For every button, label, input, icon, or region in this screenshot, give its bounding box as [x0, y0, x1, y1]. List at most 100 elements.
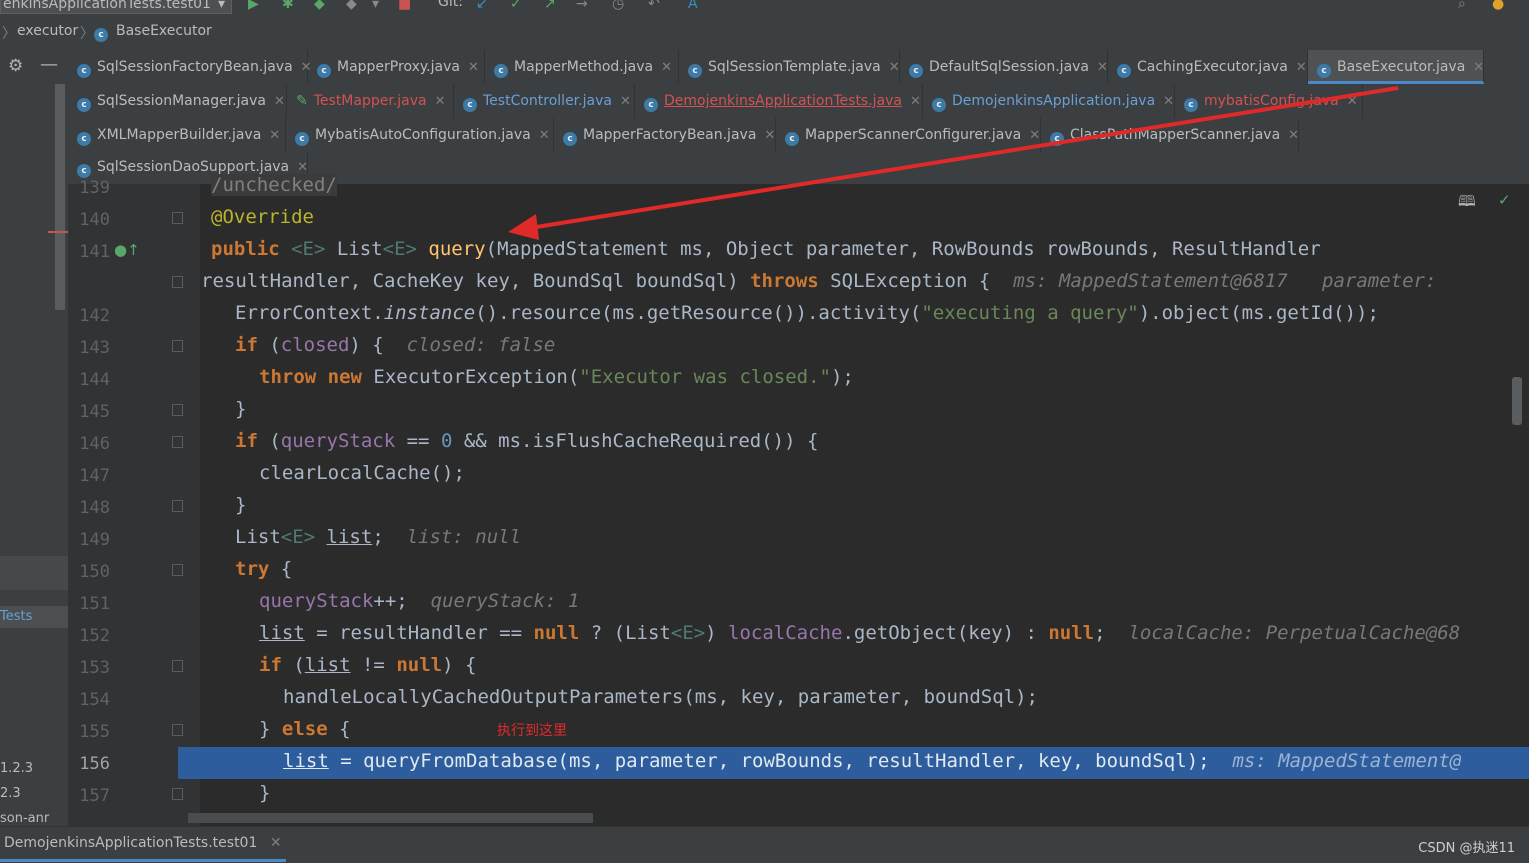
close-icon[interactable]: ✕	[1097, 60, 1108, 75]
fold-marker-icon[interactable]	[172, 564, 183, 576]
gear-icon[interactable]: ⚙	[8, 56, 23, 76]
close-icon[interactable]: ✕	[661, 60, 672, 75]
fold-marker-icon[interactable]	[172, 340, 183, 352]
code-line-151[interactable]: queryStack++; queryStack: 1	[259, 590, 579, 612]
fold-marker-icon[interactable]	[172, 500, 183, 512]
tab-baseexecutor[interactable]: c BaseExecutor.java ✕	[1308, 50, 1484, 84]
profile-icon[interactable]: ◆	[346, 0, 357, 12]
horizontal-scrollbar[interactable]	[188, 813, 593, 823]
close-icon[interactable]: ✕	[435, 94, 446, 109]
code-line-155[interactable]: } else {	[259, 718, 351, 740]
code-line-157[interactable]: }	[259, 782, 270, 804]
code-line-148[interactable]: }	[235, 494, 246, 516]
vertical-scrollbar[interactable]	[1512, 377, 1522, 425]
close-icon[interactable]: ✕	[1473, 60, 1484, 75]
code-line-140[interactable]: @Override	[211, 206, 314, 228]
close-icon[interactable]: ✕	[297, 160, 308, 175]
search-icon[interactable]: ⌕	[1458, 0, 1466, 12]
tab-sqlsessiontemplate[interactable]: c SqlSessionTemplate.java ✕	[679, 50, 900, 84]
git-rollback-icon[interactable]: ↶	[648, 0, 660, 12]
fold-marker-icon[interactable]	[172, 212, 183, 224]
run-configuration-selector[interactable]: enkinsApplicationTests.test01 ▾	[0, 0, 232, 14]
tab-testcontroller[interactable]: c TestController.java ✕	[454, 84, 635, 118]
tab-demojenkinsapplicationtests[interactable]: c DemojenkinsApplicationTests.java ✕	[635, 84, 923, 118]
tab-mapperscannerconfigurer[interactable]: c MapperScannerConfigurer.java ✕	[776, 118, 1041, 152]
git-update-icon[interactable]: ↙	[476, 0, 488, 12]
code-line-145[interactable]: }	[235, 398, 246, 420]
stop-icon[interactable]: ■	[398, 0, 411, 12]
fold-marker-icon[interactable]	[172, 660, 183, 672]
breadcrumb-item-executor[interactable]: executor	[17, 23, 78, 39]
close-icon[interactable]: ✕	[1163, 94, 1174, 109]
tab-sqlsessionmanager[interactable]: c SqlSessionManager.java ✕	[68, 84, 287, 118]
tab-mappermethod[interactable]: c MapperMethod.java ✕	[485, 50, 679, 84]
code-line-139[interactable]: /unchecked/	[211, 174, 337, 196]
tab-sqlsessionfactorybean[interactable]: c SqlSessionFactoryBean.java ✕	[68, 50, 312, 84]
close-icon[interactable]: ✕	[1288, 128, 1299, 143]
code-line-149[interactable]: List<E> list; list: null	[235, 526, 521, 548]
tab-mybatisconfig[interactable]: c mybatisConfig.java ✕	[1175, 84, 1363, 118]
code-line-146[interactable]: if (queryStack == 0 && ms.isFlushCacheRe…	[235, 430, 818, 452]
tab-defaultsqlsession[interactable]: c DefaultSqlSession.java ✕	[900, 50, 1108, 84]
code-line-150[interactable]: try {	[235, 558, 292, 580]
class-icon: c	[494, 64, 508, 78]
close-icon[interactable]: ✕	[274, 94, 285, 109]
run-tab[interactable]: DemojenkinsApplicationTests.test01 ✕	[0, 827, 286, 862]
translate-icon[interactable]: A	[688, 0, 698, 12]
project-item[interactable]: 1.2.3	[0, 761, 33, 776]
close-icon[interactable]: ✕	[620, 94, 631, 109]
tab-classpathmapperscanner[interactable]: c ClassPathMapperScanner.java ✕	[1041, 118, 1299, 152]
code-line-141-wrap[interactable]: resultHandler, CacheKey key, BoundSql bo…	[201, 270, 1448, 292]
tab-mybatisautoconfiguration[interactable]: c MybatisAutoConfiguration.java ✕	[286, 118, 554, 152]
code-line-147[interactable]: clearLocalCache();	[259, 462, 465, 484]
coverage-icon[interactable]: ◆	[314, 0, 325, 12]
project-scrollbar[interactable]	[55, 84, 65, 310]
tab-demojenkinsapplication[interactable]: c DemojenkinsApplication.java ✕	[923, 84, 1175, 118]
fold-marker-icon[interactable]	[172, 724, 183, 736]
tab-cachingexecutor[interactable]: c CachingExecutor.java ✕	[1108, 50, 1308, 84]
git-commit-icon[interactable]: ✓	[510, 0, 522, 12]
run-icon[interactable]: ▶	[248, 0, 259, 12]
project-row-selected[interactable]: Tests	[0, 606, 68, 628]
project-item[interactable]: 2.3	[0, 786, 21, 801]
fold-marker-icon[interactable]	[172, 788, 183, 800]
minimize-icon[interactable]: —	[40, 54, 58, 75]
close-icon[interactable]: ✕	[270, 835, 282, 851]
close-icon[interactable]: ✕	[539, 128, 550, 143]
chevron-down-icon[interactable]: ▾	[218, 0, 225, 13]
fold-marker-icon[interactable]	[172, 436, 183, 448]
chevron-down-icon[interactable]: ▾	[372, 0, 379, 12]
overrides-method-icon[interactable]: ●↑	[114, 241, 140, 259]
code-line-143[interactable]: if (closed) { closed: false	[235, 334, 555, 356]
close-icon[interactable]: ✕	[910, 94, 921, 109]
notification-icon[interactable]: ●	[1492, 0, 1504, 12]
code-line-153[interactable]: if (list != null) {	[259, 654, 476, 676]
git-push-icon[interactable]: ↗	[544, 0, 556, 12]
debug-icon[interactable]: ✱	[282, 0, 294, 12]
close-icon[interactable]: ✕	[1029, 128, 1040, 143]
inspection-ok-icon[interactable]: ✓	[1498, 191, 1511, 209]
code-line-152[interactable]: list = resultHandler == null ? (List<E>)…	[259, 622, 1460, 644]
code-line-156[interactable]: list = queryFromDatabase(ms, parameter, …	[283, 750, 1461, 772]
close-icon[interactable]: ✕	[764, 128, 775, 143]
tab-testmapper[interactable]: ✎ TestMapper.java ✕	[287, 84, 454, 118]
close-icon[interactable]: ✕	[468, 60, 479, 75]
code-line-142[interactable]: ErrorContext.instance().resource(ms.getR…	[235, 302, 1379, 324]
project-item[interactable]: son-anr	[0, 811, 49, 826]
close-icon[interactable]: ✕	[889, 60, 900, 75]
tab-xmlmapperbuilder[interactable]: c XMLMapperBuilder.java ✕	[68, 118, 286, 152]
fold-marker-icon[interactable]	[172, 276, 183, 288]
breadcrumb-item-baseexecutor[interactable]: BaseExecutor	[116, 23, 212, 39]
code-line-154[interactable]: handleLocallyCachedOutputParameters(ms, …	[283, 686, 1038, 708]
close-icon[interactable]: ✕	[269, 128, 280, 143]
code-line-144[interactable]: throw new ExecutorException("Executor wa…	[259, 366, 854, 388]
git-history-icon[interactable]: ◷	[612, 0, 624, 12]
reader-mode-icon[interactable]: 🕮	[1458, 191, 1476, 216]
fold-marker-icon[interactable]	[172, 404, 183, 416]
tab-mapperproxy[interactable]: c MapperProxy.java ✕	[308, 50, 485, 84]
close-icon[interactable]: ✕	[1296, 60, 1307, 75]
git-compare-icon[interactable]: →	[576, 0, 588, 12]
tab-mapperfactorybean[interactable]: c MapperFactoryBean.java ✕	[554, 118, 776, 152]
close-icon[interactable]: ✕	[1347, 94, 1358, 109]
code-line-141[interactable]: public <E> List<E> query(MappedStatement…	[211, 238, 1321, 260]
